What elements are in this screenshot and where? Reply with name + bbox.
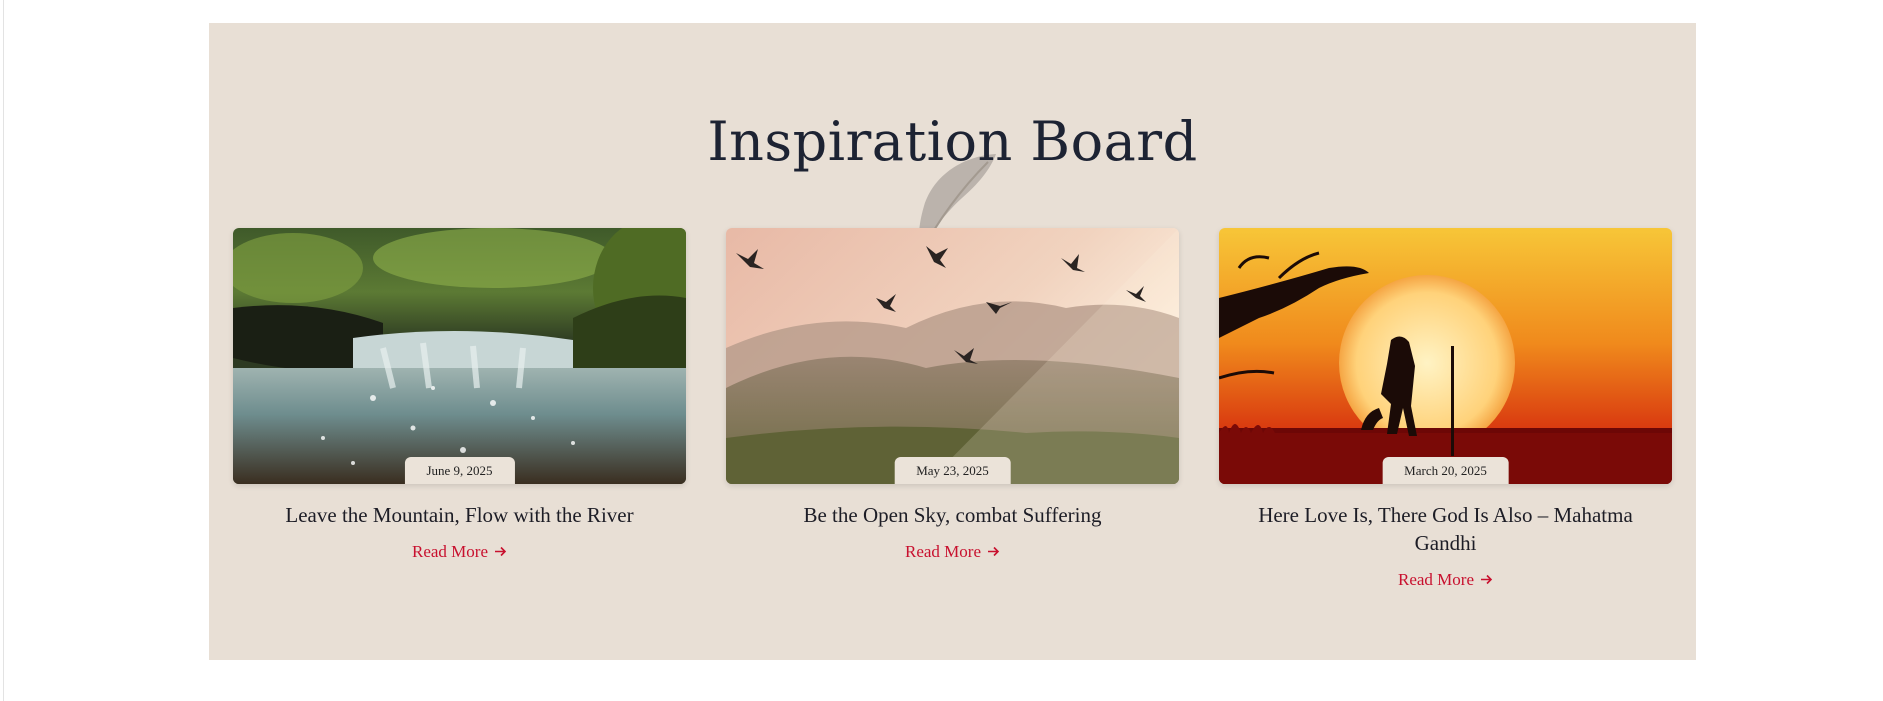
post-card: May 23, 2025 Be the Open Sky, combat Suf… — [726, 228, 1179, 563]
post-title[interactable]: Be the Open Sky, combat Suffering — [746, 501, 1159, 529]
arrow-right-icon — [1480, 571, 1493, 591]
post-date: March 20, 2025 — [1382, 457, 1509, 484]
section-header: Inspiration Board — [209, 83, 1696, 262]
arrow-right-icon — [494, 543, 507, 563]
post-image-stream[interactable]: June 9, 2025 — [233, 228, 686, 484]
post-card: March 20, 2025 Here Love Is, There God I… — [1219, 228, 1672, 591]
post-image-sunset[interactable]: March 20, 2025 — [1219, 228, 1672, 484]
post-image-sky[interactable]: May 23, 2025 — [726, 228, 1179, 484]
read-more-link[interactable]: Read More — [726, 542, 1179, 563]
section-title: Inspiration Board — [707, 110, 1198, 173]
read-more-label: Read More — [904, 542, 981, 561]
arrow-right-icon — [987, 543, 1000, 563]
read-more-label: Read More — [411, 542, 488, 561]
post-date: June 9, 2025 — [404, 457, 515, 484]
post-title[interactable]: Here Love Is, There God Is Also – Mahatm… — [1239, 501, 1652, 557]
read-more-link[interactable]: Read More — [233, 542, 686, 563]
sunset-image — [1219, 228, 1672, 484]
post-date: May 23, 2025 — [894, 457, 1011, 484]
read-more-link[interactable]: Read More — [1219, 570, 1672, 591]
post-title[interactable]: Leave the Mountain, Flow with the River — [253, 501, 666, 529]
post-card: June 9, 2025 Leave the Mountain, Flow wi… — [233, 228, 686, 563]
sky-image — [726, 228, 1179, 484]
inspiration-board-section: Inspiration Board June 9, 2025 Leave the… — [209, 23, 1696, 660]
post-card-grid: June 9, 2025 Leave the Mountain, Flow wi… — [233, 228, 1672, 628]
page-edge-divider — [3, 0, 4, 701]
stream-image — [233, 228, 686, 484]
read-more-label: Read More — [1397, 570, 1474, 589]
